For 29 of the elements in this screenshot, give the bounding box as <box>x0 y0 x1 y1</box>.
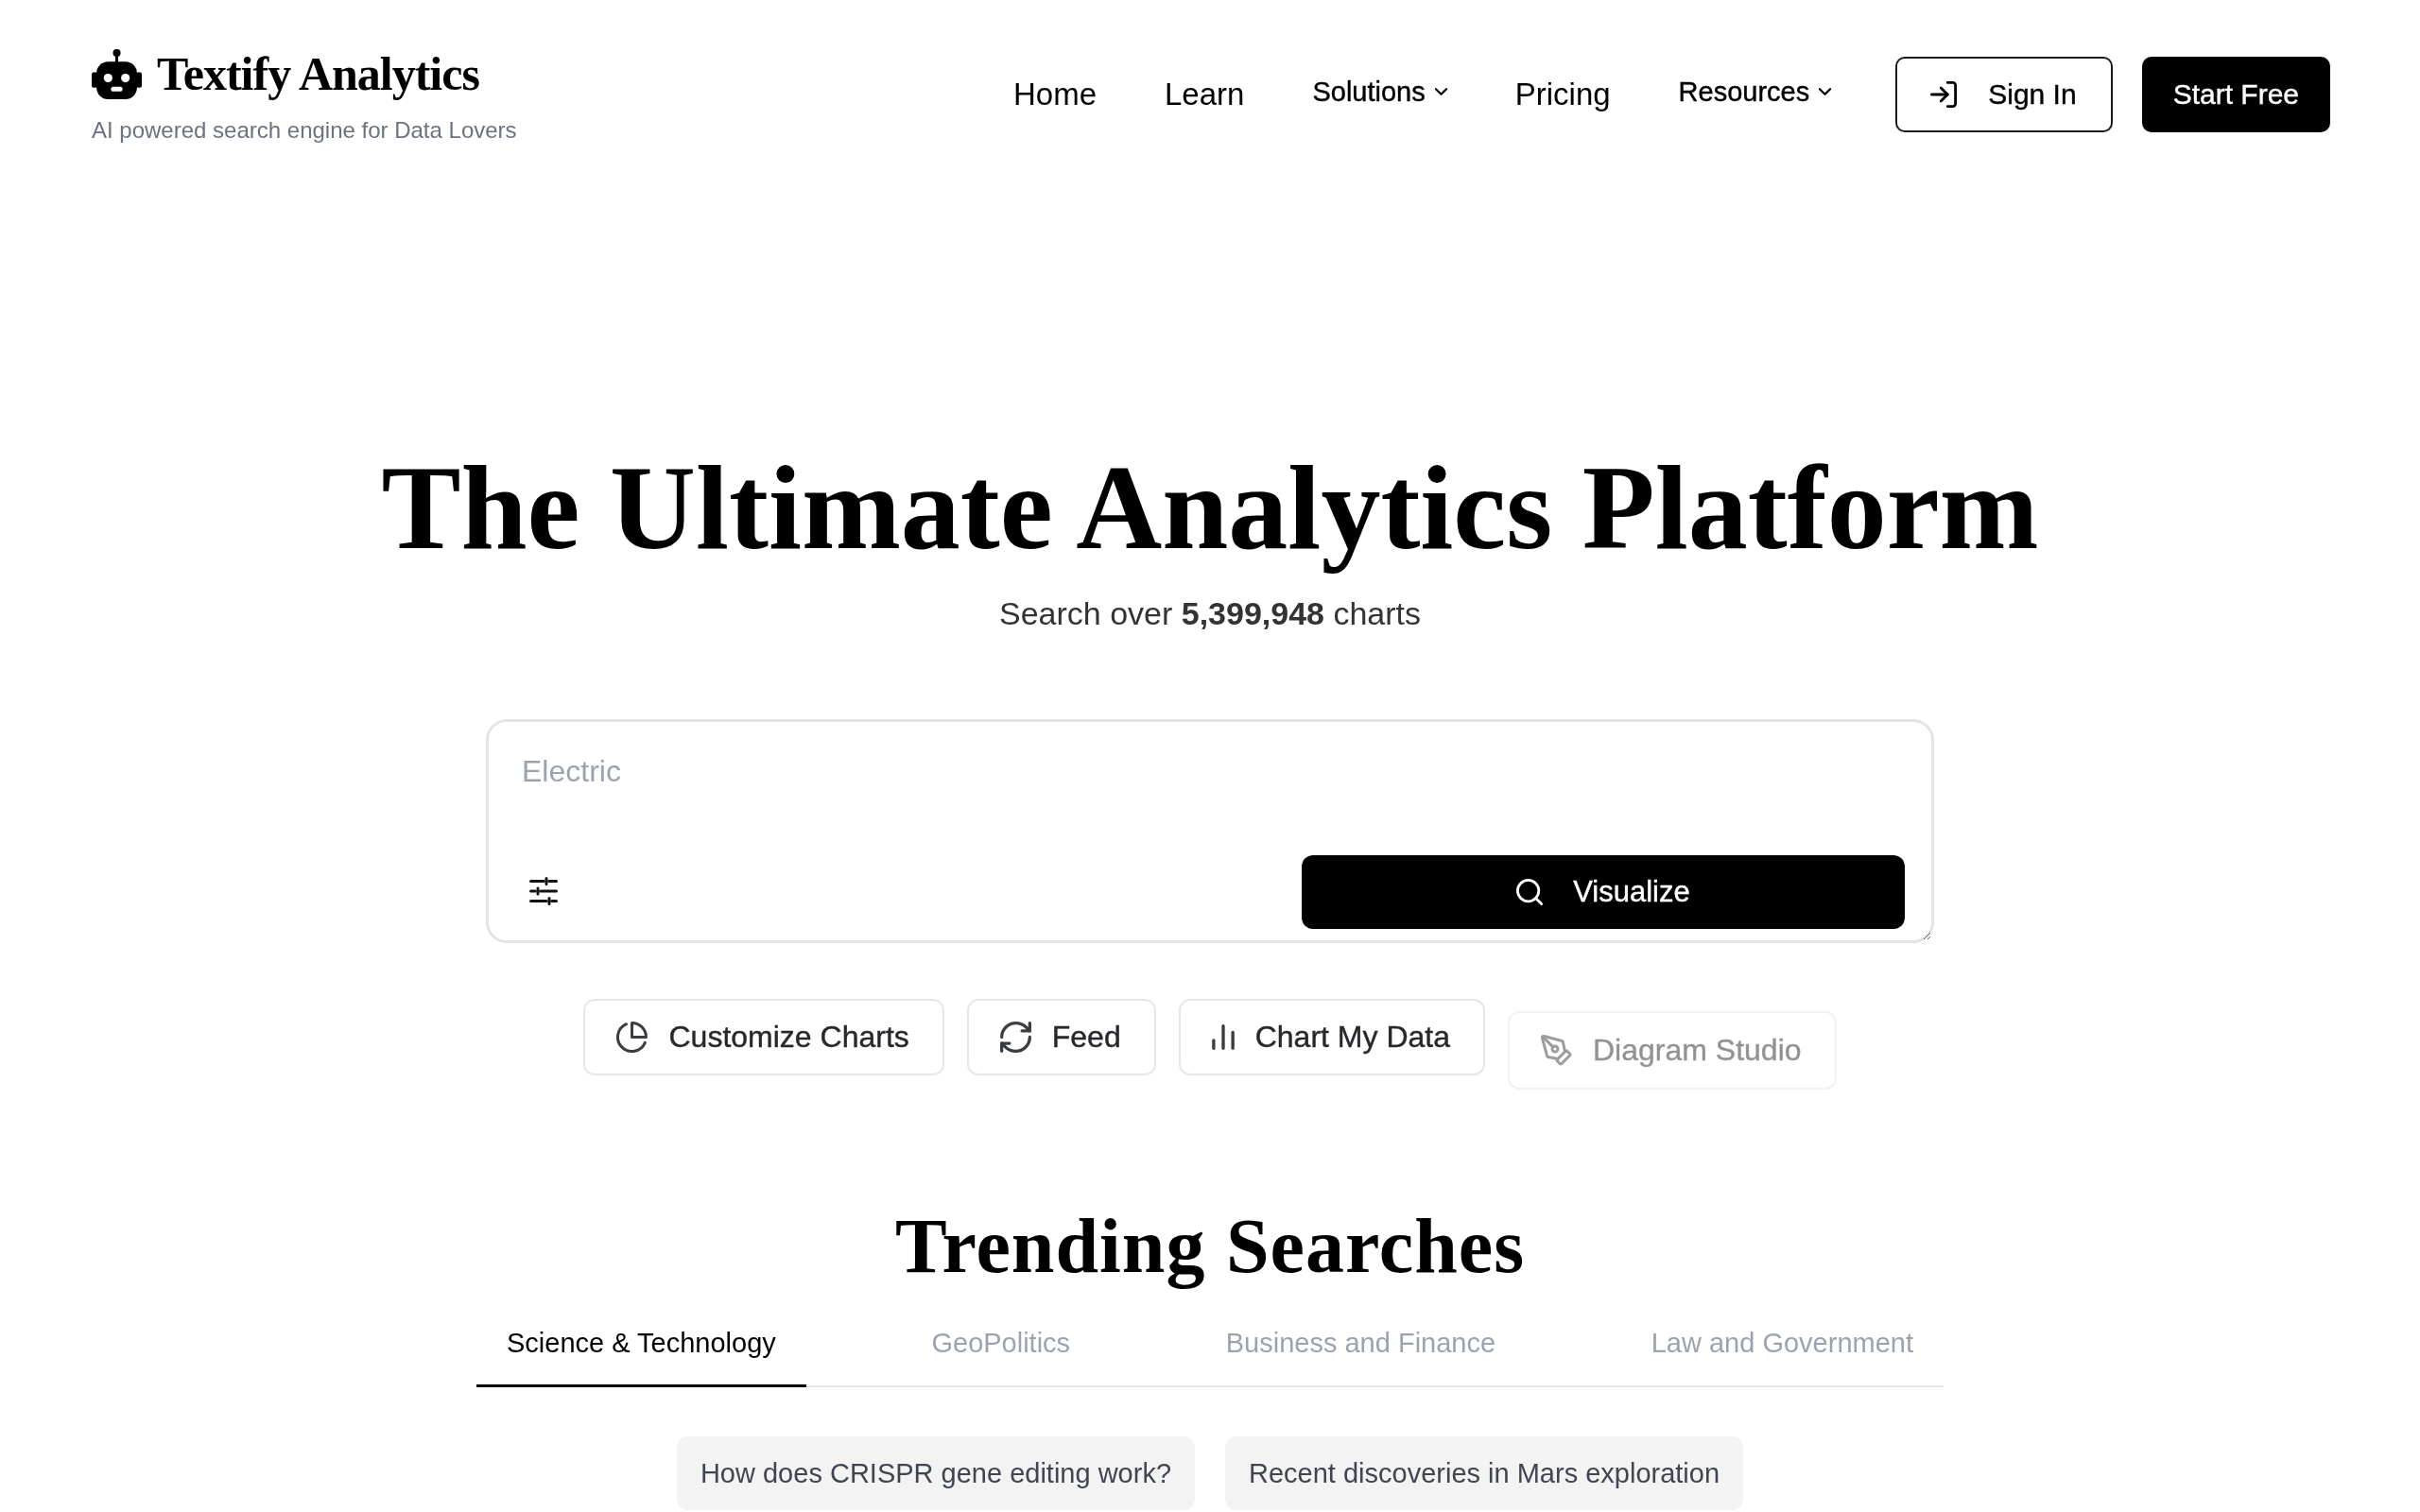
nav-link[interactable]: Home <box>1012 76 1097 113</box>
hero-subtitle: Search over 5,399,948 charts <box>998 593 1422 633</box>
logo-title[interactable]: Textify Analytics <box>157 49 479 99</box>
hero-title: The Ultimate Analytics Platform <box>381 443 2039 575</box>
section-heading: Trending Searches <box>894 1203 1526 1289</box>
suggestion-button[interactable]: Recent discoveries in Mars exploration <box>1225 1435 1744 1510</box>
bar-chart-icon <box>1211 1023 1235 1050</box>
nav-link[interactable]: Pricing <box>1514 76 1611 113</box>
login-icon <box>1930 81 1958 108</box>
nav-link[interactable]: Learn <box>1165 76 1245 113</box>
action-button[interactable]: Feed <box>966 998 1156 1075</box>
nav-dropdown[interactable]: Resources <box>1678 73 1832 111</box>
suggestion-button[interactable]: How does CRISPR gene editing work? <box>676 1435 1195 1510</box>
sliders-icon[interactable] <box>529 876 558 905</box>
pie-chart-icon <box>616 1021 648 1053</box>
action-button[interactable]: Chart My Data <box>1178 998 1485 1075</box>
start-free-button[interactable]: Start Free <box>2141 57 2330 132</box>
search-icon <box>1516 878 1544 905</box>
refresh-icon <box>999 1021 1031 1053</box>
robot-icon <box>92 49 142 99</box>
category-tab[interactable]: Science & Technology <box>476 1303 806 1387</box>
action-button[interactable]: Customize Charts <box>583 998 944 1075</box>
pen-icon <box>1541 1034 1572 1066</box>
nav-dropdown[interactable]: Solutions <box>1312 73 1447 111</box>
visualize-button[interactable]: Visualize <box>1302 854 1905 929</box>
chevron-down-icon <box>1819 88 1832 95</box>
sign-in-button[interactable]: Sign In <box>1895 57 2113 132</box>
chevron-down-icon <box>1434 88 1447 95</box>
tagline: AI powered search engine for Data Lovers <box>92 116 517 144</box>
